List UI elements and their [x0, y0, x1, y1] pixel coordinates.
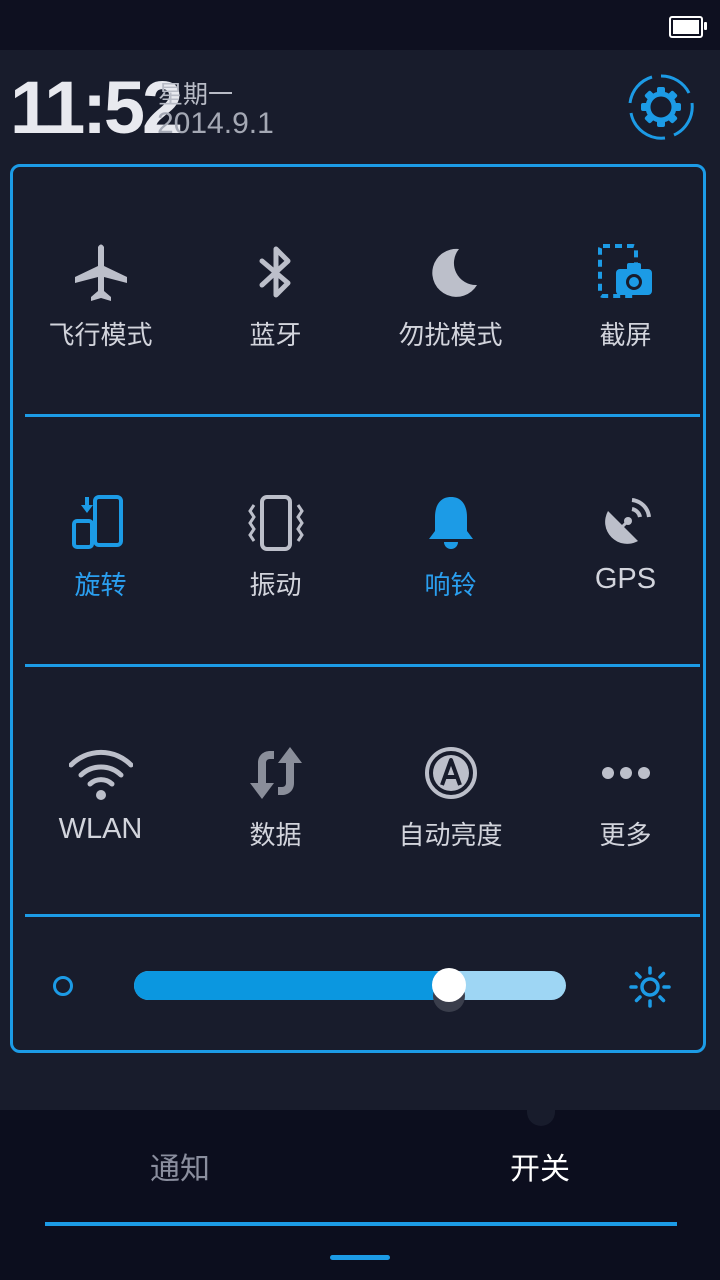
toggle-vibrate[interactable]: 振动 [188, 417, 363, 667]
settings-button[interactable] [627, 73, 695, 141]
brightness-high-icon [629, 966, 671, 1008]
toggle-label: 数据 [249, 821, 302, 851]
toggle-rotate[interactable]: 旋转 [13, 417, 188, 667]
quick-settings-panel: 飞行模式 蓝牙 勿扰模式 截屏 旋转 振动 响铃 GPS WLAN 数据 自动亮… [10, 164, 706, 1053]
auto-brightness-icon [424, 747, 477, 799]
gps-icon [604, 498, 651, 544]
brightness-low-icon [53, 976, 73, 996]
toggle-label: 自动亮度 [398, 821, 503, 851]
toggle-label: WLAN [58, 813, 143, 845]
toggle-more[interactable]: 更多 [538, 667, 713, 917]
toggle-label: GPS [594, 563, 657, 595]
data-sync-icon [249, 747, 302, 799]
toggle-wlan[interactable]: WLAN [13, 667, 188, 917]
date-label: 2014.9.1 [157, 107, 274, 140]
wifi-icon [68, 749, 133, 800]
toggle-label: 旋转 [74, 571, 127, 601]
toggle-mobile-data[interactable]: 数据 [188, 667, 363, 917]
moon-icon [431, 248, 477, 297]
toggle-label: 蓝牙 [249, 321, 302, 351]
bluetooth-icon [259, 246, 290, 298]
toggle-label: 更多 [599, 821, 652, 851]
brightness-slider-fill [134, 971, 450, 1000]
toggle-label: 勿扰模式 [398, 321, 503, 351]
battery-full-icon [669, 16, 707, 38]
toggle-screenshot[interactable]: 截屏 [538, 167, 713, 417]
toggle-label: 截屏 [599, 321, 652, 351]
weekday-label: 星期一 [158, 80, 234, 109]
tab-notifications[interactable]: 通知 [0, 1144, 360, 1188]
tab-underline [45, 1222, 677, 1226]
status-bar [0, 0, 720, 50]
toggle-row-2: 旋转 振动 响铃 GPS [13, 417, 703, 667]
toggle-bluetooth[interactable]: 蓝牙 [188, 167, 363, 417]
toggle-label: 响铃 [424, 571, 477, 601]
toggle-ringer[interactable]: 响铃 [363, 417, 538, 667]
tab-switches[interactable]: 开关 [360, 1144, 720, 1188]
rotate-icon [71, 495, 123, 549]
more-icon [601, 767, 650, 779]
screenshot-icon [597, 244, 652, 298]
vibrate-icon [247, 495, 304, 551]
divider [25, 914, 700, 917]
airplane-icon [74, 244, 127, 301]
clock-time: 11:52 [10, 66, 183, 149]
toggle-label: 振动 [249, 571, 302, 601]
toggle-do-not-disturb[interactable]: 勿扰模式 [363, 167, 538, 417]
toggle-auto-brightness[interactable]: 自动亮度 [363, 667, 538, 917]
bell-icon [428, 497, 473, 549]
toggle-row-3: WLAN 数据 自动亮度 更多 [13, 667, 703, 917]
toggle-gps[interactable]: GPS [538, 417, 713, 667]
toggle-row-1: 飞行模式 蓝牙 勿扰模式 截屏 [13, 167, 703, 417]
toggle-airplane-mode[interactable]: 飞行模式 [13, 167, 188, 417]
home-indicator[interactable] [330, 1255, 390, 1260]
gear-icon [628, 74, 694, 140]
toggle-label: 飞行模式 [48, 321, 153, 351]
brightness-slider[interactable] [134, 971, 566, 1000]
